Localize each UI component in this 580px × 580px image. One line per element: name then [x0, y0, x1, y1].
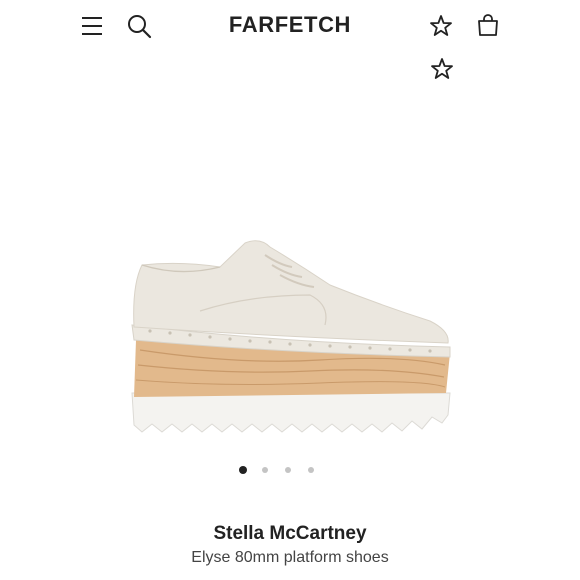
carousel-dot[interactable]	[285, 467, 291, 473]
hamburger-menu-icon[interactable]	[80, 14, 104, 38]
farfetch-logo[interactable]: FARFETCH	[190, 12, 390, 38]
search-icon[interactable]	[126, 13, 152, 39]
star-outline-icon[interactable]	[430, 57, 454, 81]
carousel-dot[interactable]	[308, 467, 314, 473]
product-brand[interactable]: Stella McCartney	[90, 522, 490, 546]
top-navigation: FARFETCH	[0, 0, 580, 90]
carousel-dot-active[interactable]	[239, 466, 247, 474]
star-outline-icon[interactable]	[429, 14, 453, 38]
carousel-dot[interactable]	[262, 467, 268, 473]
carousel-dots	[235, 465, 325, 475]
product-image[interactable]	[120, 225, 460, 445]
shoe-image	[131, 240, 451, 433]
shopping-bag-icon[interactable]	[476, 13, 500, 37]
product-name: Elyse 80mm platform shoes	[191, 549, 389, 566]
